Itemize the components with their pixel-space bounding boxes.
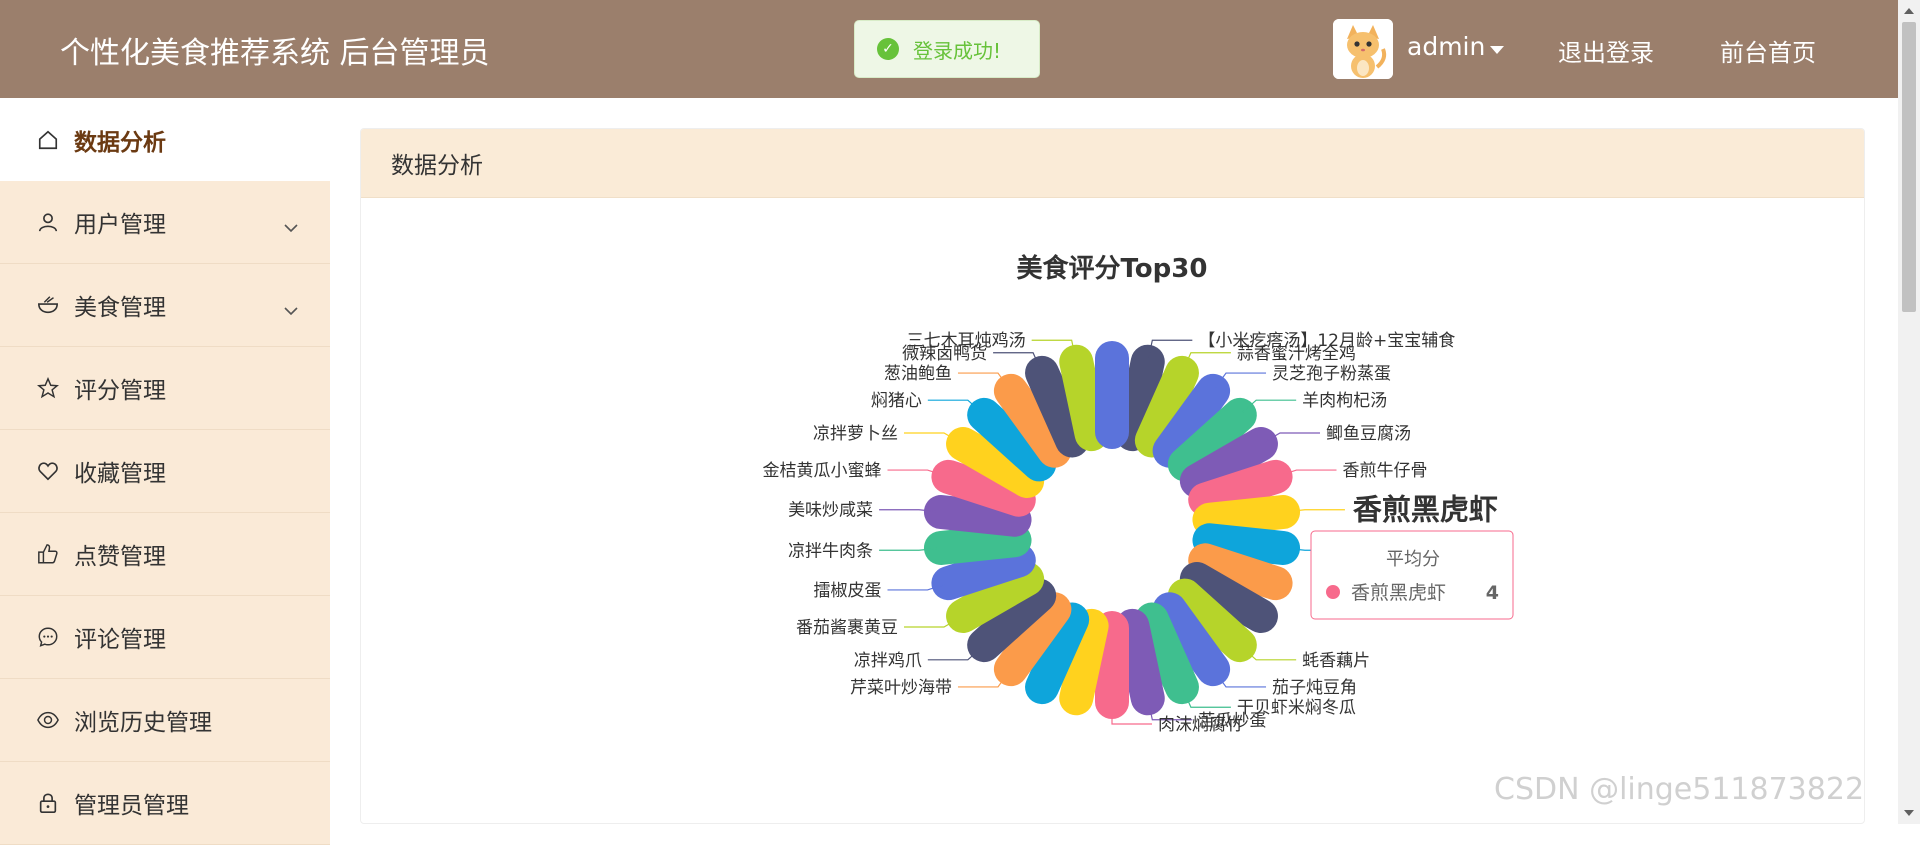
chart-slice-label: 芹菜叶炒海带 xyxy=(850,678,952,698)
sidebar-item-user-management[interactable]: 用户管理 xyxy=(0,181,330,264)
check-circle-icon: ✓ xyxy=(877,38,899,60)
chart-slice[interactable] xyxy=(1059,344,1109,452)
star-icon xyxy=(36,376,60,400)
chart-slice-label: 金桔黄瓜小蜜蜂 xyxy=(762,461,881,481)
thumb-up-icon xyxy=(36,542,60,566)
heart-icon xyxy=(36,459,60,483)
chart-slice-label: 凉拌鸡爪 xyxy=(854,651,922,671)
chart-slice-label: 美味炒咸菜 xyxy=(788,501,873,521)
chart-slice[interactable] xyxy=(923,523,1032,565)
sidebar-item-label: 浏览历史管理 xyxy=(74,710,212,736)
sidebar-item-label: 数据分析 xyxy=(74,129,166,156)
chart-slice-label: 焖猪心 xyxy=(871,391,922,411)
sidebar-item-label: 美食管理 xyxy=(74,295,166,321)
sidebar-item-label: 评论管理 xyxy=(74,627,166,653)
chart-slice-label: 蒜香蜜汁烤全鸡 xyxy=(1237,344,1356,364)
toast-message: 登录成功! xyxy=(913,38,1002,63)
chart-slice[interactable] xyxy=(1115,608,1165,716)
avatar[interactable] xyxy=(1333,19,1393,79)
watermark: CSDN @linge511873822 xyxy=(1494,772,1865,807)
chart-slice-label: 凉拌牛肉条 xyxy=(788,541,873,561)
sidebar-item-label: 管理员管理 xyxy=(74,793,189,819)
cat-avatar-icon xyxy=(1333,19,1393,79)
lock-icon xyxy=(36,791,60,815)
tooltip-color-dot xyxy=(1326,585,1340,599)
caret-down-icon[interactable] xyxy=(1490,46,1504,54)
data-analysis-panel: 数据分析 美食评分Top30 【小米疙瘩汤】12月龄+宝宝辅食 蒜香蜜汁烤全鸡 灵芝… xyxy=(360,128,1865,824)
scroll-down-arrow-icon[interactable] xyxy=(1904,810,1914,816)
comment-icon xyxy=(36,625,60,649)
rating-top30-chart: 美食评分Top30 【小米疙瘩汤】12月龄+宝宝辅食蒜香蜜汁烤全鸡灵芝孢子粉蒸蛋… xyxy=(762,253,1514,735)
header-bar: 个性化美食推荐系统 后台管理员 ✓ 登录成功! admin 退出登录 前台首页 xyxy=(0,0,1898,98)
chart-container: 美食评分Top30 【小米疙瘩汤】12月龄+宝宝辅食 蒜香蜜汁烤全鸡 灵芝孢子粉蒸蛋… xyxy=(361,129,1864,823)
highlighted-slice-label: 香煎黑虎虾 xyxy=(1353,493,1498,527)
chart-slice[interactable] xyxy=(1192,495,1301,537)
sidebar-item-label: 收藏管理 xyxy=(74,461,166,487)
login-success-toast: ✓ 登录成功! xyxy=(854,20,1040,78)
chevron-down-icon xyxy=(284,296,298,322)
chart-slice-label: 羊肉枸杞汤 xyxy=(1302,391,1387,411)
tooltip-value: 4 xyxy=(1486,582,1499,604)
sidebar-item-favorites-management[interactable]: 收藏管理 xyxy=(0,430,330,513)
admin-username[interactable]: admin xyxy=(1407,32,1485,61)
chart-slice[interactable] xyxy=(923,495,1032,537)
chart-slice-label: 凉拌萝卜丝 xyxy=(813,424,898,444)
sidebar-item-label: 评分管理 xyxy=(74,378,166,404)
chart-slice-label: 番茄酱裹黄豆 xyxy=(796,618,898,638)
logout-link[interactable]: 退出登录 xyxy=(1558,33,1654,68)
chart-slice-label: 肉沫焖腐竹 xyxy=(1158,715,1243,735)
home-icon xyxy=(36,128,60,152)
chart-slice-label: 鲫鱼豆腐汤 xyxy=(1326,424,1411,444)
sidebar: 数据分析 用户管理 美食管理 评分管理 收藏管理 点赞管理 评论管理 浏览历史管… xyxy=(0,98,330,845)
chart-slice-label: 灵芝孢子粉蒸蛋 xyxy=(1272,364,1391,384)
sidebar-item-food-management[interactable]: 美食管理 xyxy=(0,264,330,347)
bowl-icon xyxy=(36,293,60,317)
chart-tooltip: 平均分 香煎黑虎虾 4 xyxy=(1310,530,1514,620)
sidebar-item-data-analysis[interactable]: 数据分析 xyxy=(0,98,330,181)
sidebar-item-label: 点赞管理 xyxy=(74,544,166,570)
sidebar-item-likes-management[interactable]: 点赞管理 xyxy=(0,513,330,596)
chevron-down-icon xyxy=(284,213,298,239)
tooltip-title: 平均分 xyxy=(1386,549,1440,570)
chart-slice-label: 擂椒皮蛋 xyxy=(813,581,881,601)
page-scrollbar[interactable] xyxy=(1898,0,1920,824)
chart-slice-label: 蚝香藕片 xyxy=(1302,651,1370,671)
chart-slice[interactable] xyxy=(931,543,1036,601)
sidebar-item-rating-management[interactable]: 评分管理 xyxy=(0,347,330,430)
chart-slice-label: 茄子炖豆角 xyxy=(1272,678,1357,698)
scroll-thumb[interactable] xyxy=(1902,22,1916,312)
chart-slice-label: 葱油鲍鱼 xyxy=(884,364,952,384)
chart-slice-label: 三七木耳炖鸡汤 xyxy=(907,331,1026,351)
app-title: 个性化美食推荐系统 后台管理员 xyxy=(60,36,490,71)
chart-slice[interactable] xyxy=(1188,459,1293,517)
chart-title: 美食评分Top30 xyxy=(1017,253,1208,284)
frontend-home-link[interactable]: 前台首页 xyxy=(1720,33,1816,68)
chart-slice[interactable] xyxy=(1192,523,1301,565)
tooltip-item-name: 香煎黑虎虾 xyxy=(1351,582,1446,604)
sidebar-item-comment-management[interactable]: 评论管理 xyxy=(0,596,330,679)
sidebar-item-label: 用户管理 xyxy=(74,212,166,238)
sidebar-item-browse-history-management[interactable]: 浏览历史管理 xyxy=(0,679,330,762)
eye-icon xyxy=(36,708,60,732)
user-icon xyxy=(36,210,60,234)
chart-slice-label: 香煎牛仔骨 xyxy=(1343,461,1428,481)
sidebar-item-admin-management[interactable]: 管理员管理 xyxy=(0,762,330,845)
scroll-up-arrow-icon[interactable] xyxy=(1904,8,1914,14)
